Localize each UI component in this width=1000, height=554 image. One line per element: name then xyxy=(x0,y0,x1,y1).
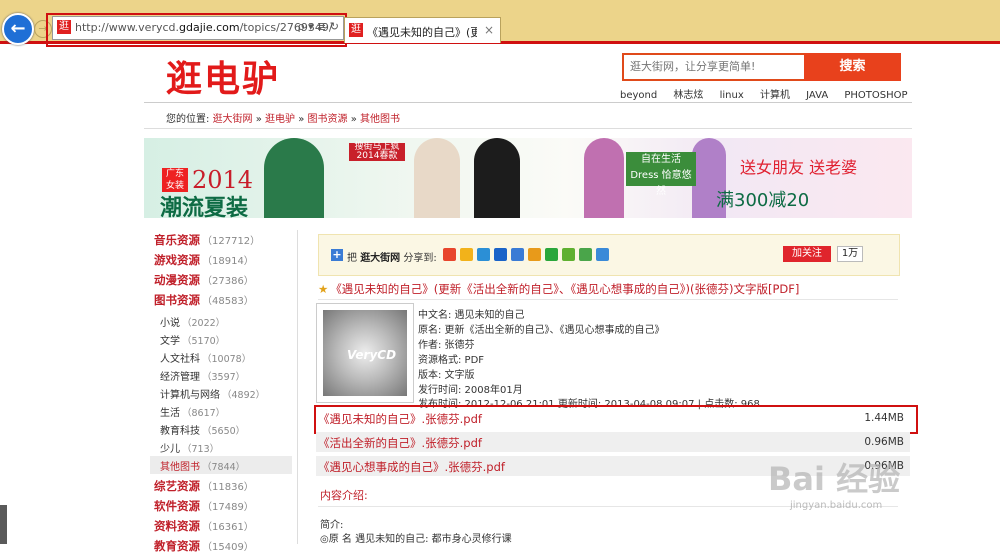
address-highlight-box xyxy=(46,13,347,47)
category-item[interactable]: 综艺资源 （11836） xyxy=(154,478,254,494)
share-bar: + 把 逛大街网 分享到: 加关注 1万 xyxy=(318,234,900,276)
subcategory-item[interactable]: 生活 （8617） xyxy=(160,404,225,419)
banner-title: 潮流夏装 xyxy=(160,195,249,218)
breadcrumb-link[interactable]: 图书资源 xyxy=(308,114,348,125)
share-icon[interactable] xyxy=(460,248,473,261)
site-logo[interactable]: 逛电驴 xyxy=(166,50,280,102)
banner-discount: 满300减20 xyxy=(716,190,810,211)
intro-text: ◎原 名 遇见未知的自己: 都市身心灵修行课 xyxy=(320,534,512,545)
follow-button[interactable]: 加关注 xyxy=(783,246,831,262)
book-cover-image: VeryCD xyxy=(316,303,414,403)
subcategory-item[interactable]: 文学 （5170） xyxy=(160,332,225,347)
share-icon[interactable] xyxy=(511,248,524,261)
banner-slogan: 送女朋友 送老婆 xyxy=(740,158,858,177)
share-icons xyxy=(443,248,613,264)
ad-banner[interactable]: 广东女装 2014 潮流夏装 搜街马上疯 2014春款 自在生活 Dress 恰… xyxy=(144,138,912,218)
banner-tag: 广东女装 xyxy=(162,168,188,192)
meta-line: 作者: 张德芬 xyxy=(418,340,475,351)
browser-tab[interactable]: 逛 《遇见未知的自己》(更新… × xyxy=(344,17,501,43)
divider xyxy=(318,299,898,300)
file-link[interactable]: 《活出全新的自己》.张德芬.pdf xyxy=(318,435,482,451)
category-item[interactable]: 软件资源 （17489） xyxy=(154,498,254,514)
category-sidebar: 音乐资源 （127712） 游戏资源 （18914） 动漫资源 （27386） 图书资… xyxy=(144,232,296,553)
breadcrumb-link[interactable]: 逛大街网 xyxy=(213,114,253,125)
search-button[interactable]: 搜索 xyxy=(804,53,901,81)
tab-favicon-icon: 逛 xyxy=(349,23,363,37)
banner-mid-text: 自在生活 Dress 恰意悠然 xyxy=(626,152,696,197)
banner-model-image xyxy=(414,138,460,218)
tab-close-icon[interactable]: × xyxy=(484,23,494,37)
breadcrumb-separator: » xyxy=(347,114,361,125)
share-icon[interactable] xyxy=(545,248,558,261)
divider xyxy=(297,230,298,544)
category-item[interactable]: 动漫资源 （27386） xyxy=(154,272,254,288)
star-icon: ★ xyxy=(318,282,329,296)
hotword-link[interactable]: JAVA xyxy=(806,90,828,101)
hotword-link[interactable]: PHOTOSHOP xyxy=(844,90,907,101)
search-box[interactable] xyxy=(622,53,806,81)
hotword-link[interactable]: 计算机 xyxy=(760,90,790,101)
hotword-link[interactable]: beyond xyxy=(620,90,657,101)
subcategory-item[interactable]: 教育科技 （5650） xyxy=(160,422,245,437)
share-label: 把 逛大街网 分享到: xyxy=(347,253,437,264)
category-item[interactable]: 资料资源 （16361） xyxy=(154,518,254,534)
share-icon[interactable] xyxy=(477,248,490,261)
share-icon[interactable] xyxy=(443,248,456,261)
banner-promo: 搜街马上疯 2014春款 xyxy=(349,143,405,161)
share-icon[interactable] xyxy=(596,248,609,261)
file-row[interactable]: 《活出全新的自己》.张德芬.pdf 0.96MB xyxy=(316,432,910,452)
cover-label: VeryCD xyxy=(347,348,397,362)
banner-model-image xyxy=(584,138,624,218)
subcategory-item[interactable]: 人文社科 （10078） xyxy=(160,350,251,365)
breadcrumb-separator: » xyxy=(295,114,308,125)
breadcrumb-prefix: 您的位置: xyxy=(166,114,210,125)
back-button[interactable]: ← xyxy=(2,13,34,45)
category-item[interactable]: 游戏资源 （18914） xyxy=(154,252,254,268)
resource-title: ★ 《遇见未知的自己》(更新《活出全新的自己》、《遇见心想事成的自己》)(张德芬)… xyxy=(318,282,800,296)
breadcrumb-link[interactable]: 其他图书 xyxy=(360,114,400,125)
hot-keywords: beyond 林志炫 linux 计算机 JAVA PHOTOSHOP xyxy=(620,86,921,101)
share-icon[interactable] xyxy=(528,248,541,261)
share-icon[interactable] xyxy=(494,248,507,261)
file-highlight-box xyxy=(314,405,918,434)
subcategory-item[interactable]: 计算机与网络 （4892） xyxy=(160,386,265,401)
intro-heading: 内容介绍: xyxy=(320,489,368,502)
hotword-link[interactable]: 林志炫 xyxy=(673,90,703,101)
category-item[interactable]: 音乐资源 （127712） xyxy=(154,232,260,248)
subcategory-item[interactable]: 经济管理 （3597） xyxy=(160,368,245,383)
banner-model-image xyxy=(264,138,324,218)
divider xyxy=(144,102,912,103)
subcategory-item[interactable]: 少儿 （713） xyxy=(160,440,219,455)
subcategory-item-active[interactable]: 其他图书 （7844） xyxy=(160,458,245,473)
share-icon[interactable] xyxy=(579,248,592,261)
follow-count: 1万 xyxy=(837,246,863,262)
share-icon[interactable] xyxy=(562,248,575,261)
window-edge xyxy=(0,505,7,544)
breadcrumb-separator: » xyxy=(252,114,266,125)
breadcrumb: 您的位置: 逛大街网 » 逛电驴 » 图书资源 » 其他图书 xyxy=(166,110,400,125)
category-item[interactable]: 图书资源 （48583） xyxy=(154,292,254,308)
breadcrumb-link[interactable]: 逛电驴 xyxy=(265,114,295,125)
watermark-logo: Bai 经验 xyxy=(768,460,901,498)
meta-line: 原名: 更新《活出全新的自己》、《遇见心想事成的自己》 xyxy=(418,325,665,336)
tab-title: 《遇见未知的自己》(更新… xyxy=(367,26,477,39)
meta-line: 发行时间: 2008年01月 xyxy=(418,385,523,396)
cover-art: VeryCD xyxy=(323,310,407,396)
category-item[interactable]: 教育资源 （15409） xyxy=(154,538,254,554)
search-input[interactable] xyxy=(624,55,806,77)
add-icon[interactable]: + xyxy=(331,249,343,261)
file-size: 0.96MB xyxy=(864,436,904,448)
meta-line: 版本: 文字版 xyxy=(418,370,475,381)
intro-text: 简介: xyxy=(320,520,344,531)
subcategory-item[interactable]: 小说 （2022） xyxy=(160,314,225,329)
meta-line: 中文名: 遇见未知的自己 xyxy=(418,310,525,321)
banner-model-image xyxy=(474,138,520,218)
meta-line: 资源格式: PDF xyxy=(418,355,485,366)
file-link[interactable]: 《遇见心想事成的自己》.张德芬.pdf xyxy=(318,459,505,475)
hotword-link[interactable]: linux xyxy=(720,90,744,101)
divider xyxy=(144,128,912,129)
watermark-url: jingyan.baidu.com xyxy=(790,500,883,511)
